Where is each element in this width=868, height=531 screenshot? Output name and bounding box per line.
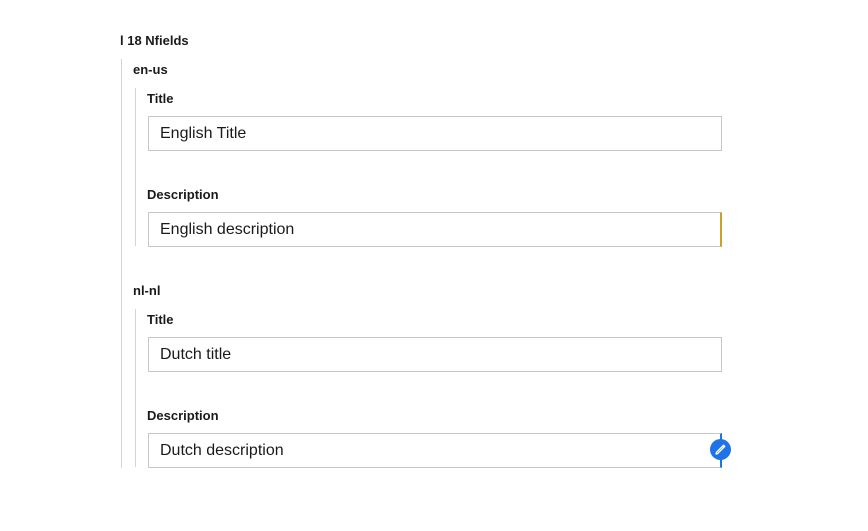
locale-label-nl-nl: nl-nl [133,283,161,298]
pencil-icon[interactable] [710,439,731,460]
root-group-title: l 18 Nfields [120,33,189,48]
description-input-nl-nl[interactable]: Dutch description [148,433,722,468]
title-input-nl-nl[interactable]: Dutch title [148,337,722,372]
locale-label-en-us: en-us [133,62,168,77]
locale-group-en-us: Title English Title Description English … [135,88,736,247]
field-label-description: Description [147,408,219,423]
description-input-en-us[interactable]: English description [148,212,722,247]
pencil-icon-glyph [715,444,726,455]
field-label-title: Title [147,312,174,327]
locale-group-nl-nl: Title Dutch title Description Dutch desc… [135,309,736,468]
title-input-en-us[interactable]: English Title [148,116,722,151]
i18n-fields-group: en-us Title English Title Description En… [121,59,742,468]
field-label-title: Title [147,91,174,106]
field-label-description: Description [147,187,219,202]
